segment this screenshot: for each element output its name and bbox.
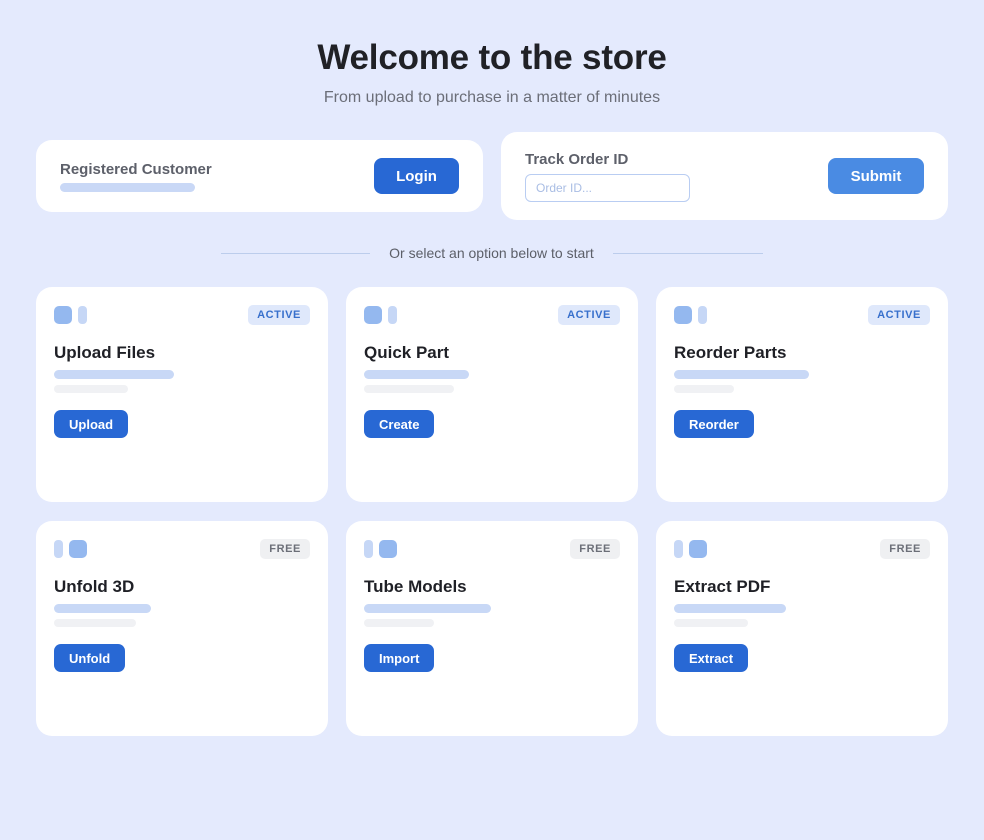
card-skeleton-bar xyxy=(674,604,786,613)
card-title: Reorder Parts xyxy=(674,343,787,362)
reorder-button[interactable]: Reorder xyxy=(674,410,754,438)
card-skeleton-bar xyxy=(364,604,491,613)
square-icon xyxy=(54,306,72,324)
order-id-input[interactable] xyxy=(525,174,690,202)
card-extract-pdf: FREE Extract PDF Extract xyxy=(656,521,948,736)
card-tube-models: FREE Tube Models Import xyxy=(346,521,638,736)
track-order-panel: Track Order ID Submit xyxy=(501,132,948,220)
card-skeleton-bar-secondary xyxy=(674,385,734,393)
card-title: Tube Models xyxy=(364,577,467,596)
square-icon xyxy=(364,306,382,324)
card-skeleton-bar xyxy=(674,370,809,379)
login-button[interactable]: Login xyxy=(374,158,459,194)
status-badge: FREE xyxy=(260,539,310,559)
card-upload-files: ACTIVE Upload Files Upload xyxy=(36,287,328,502)
card-skeleton-bar-secondary xyxy=(674,619,748,627)
card-icon-group xyxy=(674,540,707,558)
page-title: Welcome to the store xyxy=(317,38,667,77)
page-subtitle: From upload to purchase in a matter of m… xyxy=(323,89,661,106)
submit-button[interactable]: Submit xyxy=(828,158,924,194)
create-button[interactable]: Create xyxy=(364,410,435,438)
card-icon-group xyxy=(54,540,87,558)
options-divider: Or select an option below to start xyxy=(0,245,984,263)
card-icon-group xyxy=(674,306,707,324)
track-order-label: Track Order ID xyxy=(525,151,629,168)
card-title: Unfold 3D xyxy=(54,577,135,596)
pill-icon xyxy=(388,306,397,324)
card-skeleton-bar xyxy=(54,370,174,379)
card-quick-part: ACTIVE Quick Part Create xyxy=(346,287,638,502)
card-title: Upload Files xyxy=(54,343,156,362)
square-icon xyxy=(69,540,87,558)
status-badge: ACTIVE xyxy=(248,305,310,325)
square-icon xyxy=(689,540,707,558)
card-unfold-3d: FREE Unfold 3D Unfold xyxy=(36,521,328,736)
square-icon xyxy=(379,540,397,558)
upload-button[interactable]: Upload xyxy=(54,410,129,438)
card-skeleton-bar xyxy=(364,370,469,379)
import-button[interactable]: Import xyxy=(364,644,435,672)
card-skeleton-bar-secondary xyxy=(54,385,128,393)
pill-icon xyxy=(364,540,373,558)
card-title: Quick Part xyxy=(364,343,450,362)
divider-line-left xyxy=(221,253,370,254)
status-badge: ACTIVE xyxy=(868,305,930,325)
card-title: Extract PDF xyxy=(674,577,771,596)
card-skeleton-bar xyxy=(54,604,151,613)
status-badge: FREE xyxy=(570,539,620,559)
pill-icon xyxy=(54,540,63,558)
divider-text: Or select an option below to start xyxy=(389,245,594,261)
card-skeleton-bar-secondary xyxy=(364,385,454,393)
login-panel: Registered Customer Login xyxy=(36,140,483,212)
card-icon-group xyxy=(364,306,397,324)
card-reorder-parts: ACTIVE Reorder Parts Reorder xyxy=(656,287,948,502)
pill-icon xyxy=(698,306,707,324)
status-badge: ACTIVE xyxy=(558,305,620,325)
extract-button[interactable]: Extract xyxy=(674,644,749,672)
status-badge: FREE xyxy=(880,539,930,559)
square-icon xyxy=(674,306,692,324)
unfold-button[interactable]: Unfold xyxy=(54,644,126,672)
card-skeleton-bar-secondary xyxy=(364,619,434,627)
login-panel-label: Registered Customer xyxy=(60,161,212,178)
divider-line-right xyxy=(613,253,763,254)
pill-icon xyxy=(78,306,87,324)
card-icon-group xyxy=(364,540,397,558)
pill-icon xyxy=(674,540,683,558)
login-skeleton-bar xyxy=(60,183,195,192)
card-icon-group xyxy=(54,306,87,324)
card-skeleton-bar-secondary xyxy=(54,619,136,627)
